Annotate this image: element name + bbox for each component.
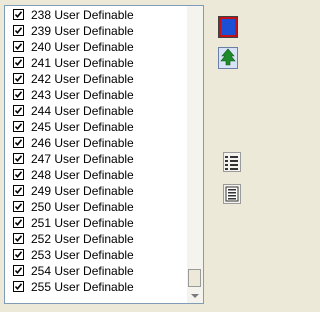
list-item[interactable]: 242 User Definable	[5, 71, 188, 87]
checkmark-icon	[14, 187, 23, 195]
item-checkbox[interactable]	[13, 185, 24, 196]
item-checkbox[interactable]	[13, 233, 24, 244]
item-checkbox[interactable]	[13, 105, 24, 116]
checkmark-icon	[14, 219, 23, 227]
item-label: 245 User Definable	[31, 120, 134, 134]
list-icon	[225, 186, 239, 202]
list-item[interactable]: 254 User Definable	[5, 263, 188, 279]
checkmark-icon	[14, 75, 23, 83]
list-item[interactable]: 238 User Definable	[5, 7, 188, 23]
list-item[interactable]: 255 User Definable	[5, 279, 188, 295]
item-label: 242 User Definable	[31, 72, 134, 86]
list-item[interactable]: 253 User Definable	[5, 247, 188, 263]
item-checkbox[interactable]	[13, 169, 24, 180]
item-checkbox[interactable]	[13, 201, 24, 212]
item-checkbox[interactable]	[13, 89, 24, 100]
list-item[interactable]: 244 User Definable	[5, 103, 188, 119]
item-label: 250 User Definable	[31, 200, 134, 214]
checkmark-icon	[14, 123, 23, 131]
checkmark-icon	[14, 27, 23, 35]
item-label: 249 User Definable	[31, 184, 134, 198]
item-checkbox[interactable]	[13, 249, 24, 260]
checkmark-icon	[14, 283, 23, 291]
checkmark-icon	[14, 251, 23, 259]
check-all-button[interactable]	[223, 152, 241, 172]
item-checkbox[interactable]	[13, 281, 24, 292]
checkmark-icon	[14, 107, 23, 115]
item-checkbox[interactable]	[13, 57, 24, 68]
list-item[interactable]: 247 User Definable	[5, 151, 188, 167]
checkmark-icon	[14, 43, 23, 51]
item-checkbox[interactable]	[13, 265, 24, 276]
item-checkbox[interactable]	[13, 217, 24, 228]
list-item[interactable]: 245 User Definable	[5, 119, 188, 135]
item-label: 251 User Definable	[31, 216, 134, 230]
item-label: 244 User Definable	[31, 104, 134, 118]
item-label: 240 User Definable	[31, 40, 134, 54]
list-item[interactable]: 240 User Definable	[5, 39, 188, 55]
item-checkbox[interactable]	[13, 41, 24, 52]
item-checkbox[interactable]	[13, 121, 24, 132]
list-item[interactable]: 251 User Definable	[5, 215, 188, 231]
tree-button[interactable]	[218, 47, 238, 69]
list-item[interactable]: 249 User Definable	[5, 183, 188, 199]
list-item[interactable]: 252 User Definable	[5, 231, 188, 247]
checkmark-icon	[14, 171, 23, 179]
item-checkbox[interactable]	[13, 25, 24, 36]
scrollbar-thumb[interactable]	[188, 269, 201, 287]
tree-icon	[220, 48, 236, 66]
item-label: 254 User Definable	[31, 264, 134, 278]
item-label: 238 User Definable	[31, 8, 134, 22]
item-checkbox[interactable]	[13, 137, 24, 148]
layer-list: 238 User Definable 239 User Definable 240 …	[4, 5, 204, 304]
item-label: 246 User Definable	[31, 136, 134, 150]
layer-list-items: 238 User Definable 239 User Definable 240 …	[5, 7, 188, 295]
list-item[interactable]: 243 User Definable	[5, 87, 188, 103]
item-label: 247 User Definable	[31, 152, 134, 166]
scroll-down-button[interactable]	[187, 289, 203, 303]
color-swatch-button[interactable]	[218, 16, 238, 38]
checkmark-icon	[14, 155, 23, 163]
checkmark-icon	[14, 267, 23, 275]
checkmark-icon	[14, 235, 23, 243]
checkmark-icon	[14, 11, 23, 19]
item-label: 252 User Definable	[31, 232, 134, 246]
list-item[interactable]: 239 User Definable	[5, 23, 188, 39]
item-checkbox[interactable]	[13, 9, 24, 20]
checkmark-icon	[14, 59, 23, 67]
color-swatch-icon	[221, 19, 235, 35]
checklist-icon	[225, 156, 238, 170]
chevron-down-icon	[191, 293, 199, 298]
item-label: 241 User Definable	[31, 56, 134, 70]
list-item[interactable]: 250 User Definable	[5, 199, 188, 215]
checkmark-icon	[14, 139, 23, 147]
list-view-button[interactable]	[223, 184, 241, 204]
list-item[interactable]: 248 User Definable	[5, 167, 188, 183]
item-label: 255 User Definable	[31, 280, 134, 294]
checkmark-icon	[14, 91, 23, 99]
item-checkbox[interactable]	[13, 73, 24, 84]
list-scrollbar[interactable]	[187, 6, 203, 303]
item-label: 248 User Definable	[31, 168, 134, 182]
list-item[interactable]: 241 User Definable	[5, 55, 188, 71]
checkmark-icon	[14, 203, 23, 211]
item-label: 239 User Definable	[31, 24, 134, 38]
item-label: 253 User Definable	[31, 248, 134, 262]
list-item[interactable]: 246 User Definable	[5, 135, 188, 151]
item-checkbox[interactable]	[13, 153, 24, 164]
item-label: 243 User Definable	[31, 88, 134, 102]
